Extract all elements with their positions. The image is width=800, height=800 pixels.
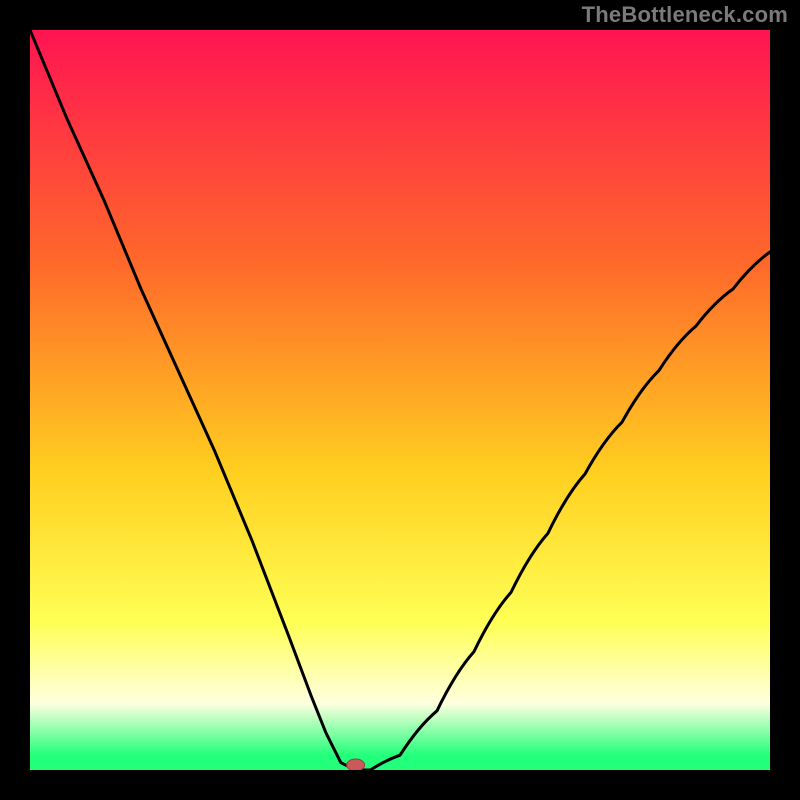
gradient-rect [30, 30, 770, 770]
minimum-marker [347, 759, 365, 770]
watermark-text: TheBottleneck.com [582, 2, 788, 28]
chart-outer-frame: TheBottleneck.com [0, 0, 800, 800]
plot-svg [30, 30, 770, 770]
plot-area [30, 30, 770, 770]
